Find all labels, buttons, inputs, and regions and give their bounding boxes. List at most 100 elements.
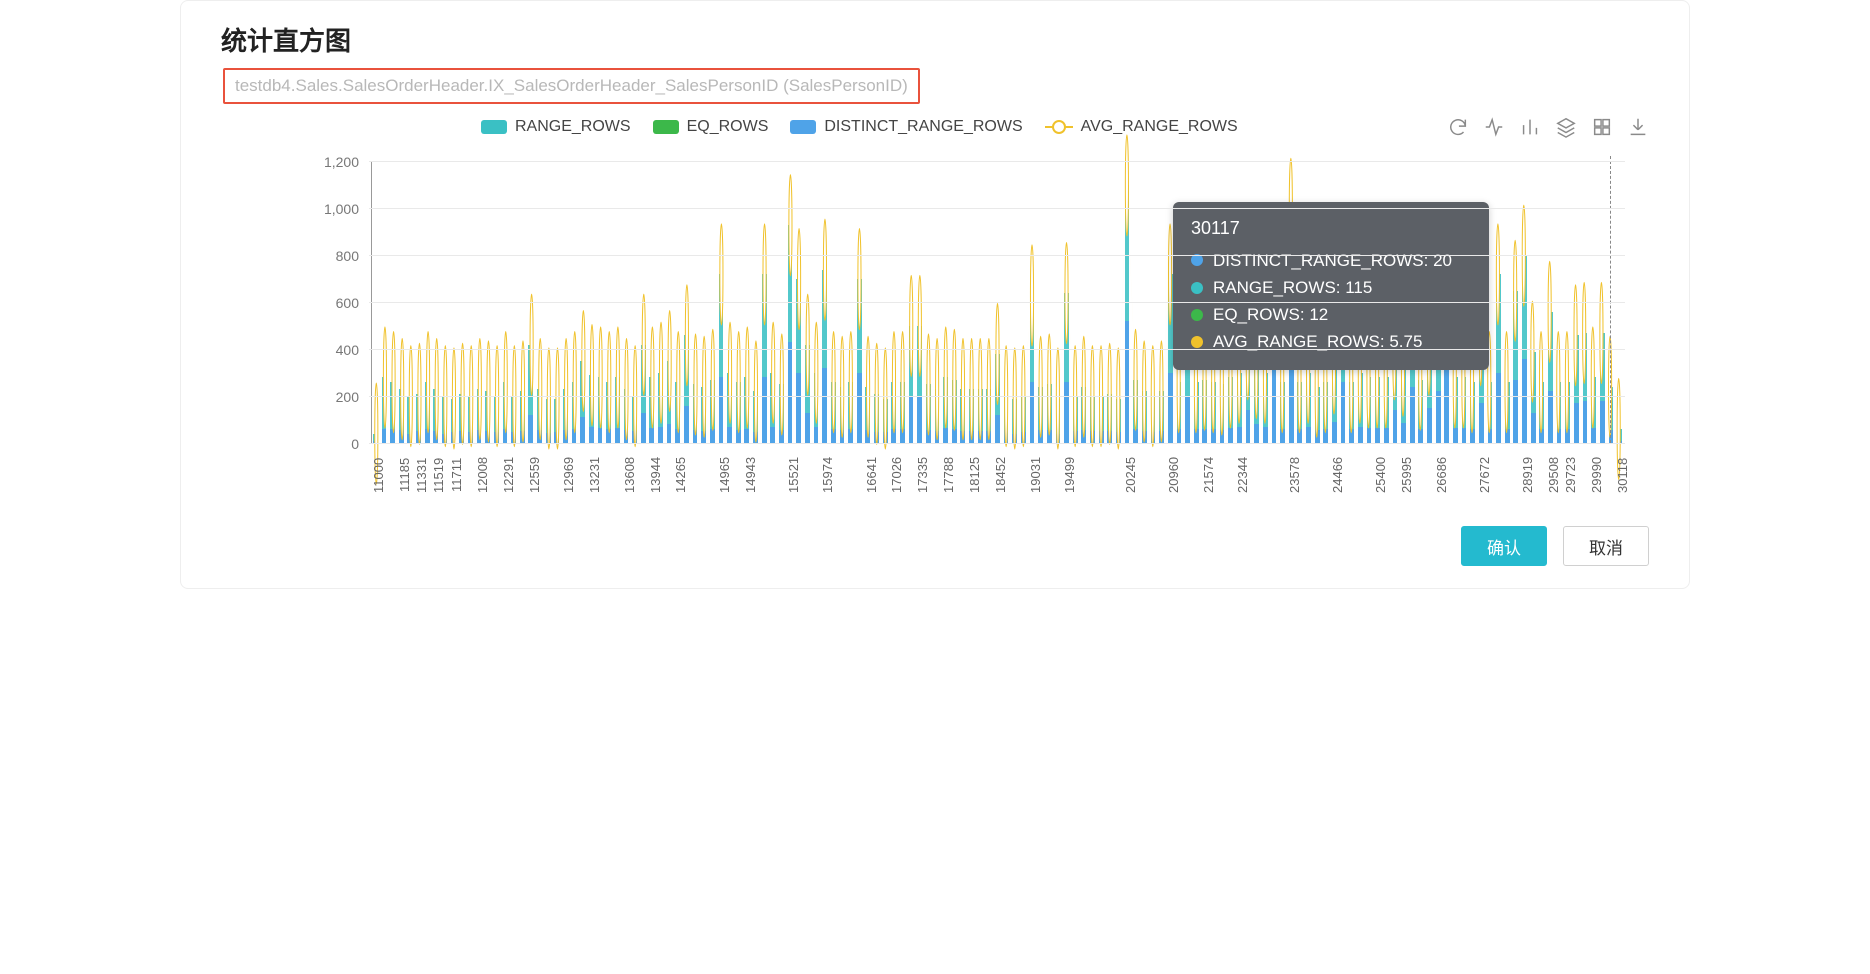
x-tick-label: 14943 <box>743 448 752 504</box>
x-tick-label: 17788 <box>941 448 950 504</box>
legend-item-distinct-range-rows[interactable]: DISTINCT_RANGE_ROWS <box>790 118 1022 136</box>
x-tick-label: 21574 <box>1201 448 1210 504</box>
modal-header: 统计直方图 testdb4.Sales.SalesOrderHeader.IX_… <box>185 5 1685 112</box>
x-tick-label <box>1270 448 1279 504</box>
x-tick-label <box>846 448 855 504</box>
x-tick-label <box>1451 448 1460 504</box>
zoom-reset-icon[interactable] <box>1483 116 1505 138</box>
x-axis: 11000 11185 11331 11519 11711 12008 1229… <box>371 448 1623 504</box>
y-tick-label: 600 <box>336 295 359 311</box>
x-tick-label <box>1114 448 1123 504</box>
tooltip-row: RANGE_ROWS: 115 <box>1191 274 1471 301</box>
swatch-line-yellow <box>1045 126 1073 128</box>
swatch-blue <box>790 120 816 134</box>
x-tick-label <box>1503 448 1512 504</box>
x-tick-label <box>1321 448 1330 504</box>
chart-container: 02004006008001,0001,200 11000 11185 1133… <box>185 144 1685 504</box>
y-gridline <box>369 208 1625 209</box>
download-icon[interactable] <box>1627 116 1649 138</box>
grid-icon[interactable] <box>1591 116 1613 138</box>
x-tick-label <box>1088 448 1097 504</box>
x-tick-label <box>734 448 743 504</box>
y-gridline <box>369 161 1625 162</box>
x-tick-label: 19499 <box>1062 448 1071 504</box>
subtitle-highlight-box: testdb4.Sales.SalesOrderHeader.IX_SalesO… <box>223 68 920 104</box>
x-tick-label <box>1486 448 1495 504</box>
x-tick-label <box>604 448 613 504</box>
x-tick-label <box>639 448 648 504</box>
y-tick-label: 200 <box>336 389 359 405</box>
y-gridline <box>369 349 1625 350</box>
x-tick-label <box>380 448 389 504</box>
cancel-button[interactable]: 取消 <box>1563 526 1649 566</box>
x-tick-label <box>829 448 838 504</box>
legend-label: RANGE_ROWS <box>515 118 631 136</box>
tooltip-dot <box>1191 336 1203 348</box>
x-tick-label: 27672 <box>1477 448 1486 504</box>
x-tick-label <box>1045 448 1054 504</box>
tooltip-text: AVG_RANGE_ROWS: 5.75 <box>1213 328 1422 355</box>
x-tick-label: 14265 <box>673 448 682 504</box>
x-tick-label: 24466 <box>1330 448 1339 504</box>
bar-icon[interactable] <box>1519 116 1541 138</box>
x-tick-label: 14965 <box>717 448 726 504</box>
x-tick-label <box>1209 448 1218 504</box>
chart-legend: RANGE_ROWS EQ_ROWS DISTINCT_RANGE_ROWS A… <box>481 118 1238 136</box>
x-tick-label <box>1356 448 1365 504</box>
x-tick-label <box>1252 448 1261 504</box>
x-tick-label <box>1019 448 1028 504</box>
x-tick-label <box>1468 448 1477 504</box>
x-tick-label <box>535 448 544 504</box>
legend-label: AVG_RANGE_ROWS <box>1081 118 1238 136</box>
x-tick-label <box>1442 448 1451 504</box>
x-tick-label: 30118 <box>1615 448 1624 504</box>
x-tick-label: 22344 <box>1235 448 1244 504</box>
tooltip-dot <box>1191 309 1203 321</box>
x-tick-label <box>1278 448 1287 504</box>
x-tick-label <box>984 448 993 504</box>
tooltip-row: EQ_ROWS: 12 <box>1191 301 1471 328</box>
x-tick-label <box>1607 448 1616 504</box>
x-tick-label <box>406 448 415 504</box>
x-tick-label: 17026 <box>889 448 898 504</box>
x-tick-label: 11519 <box>431 448 440 504</box>
x-tick-label: 13608 <box>622 448 631 504</box>
x-tick-label <box>1537 448 1546 504</box>
tooltip-dot <box>1191 254 1203 266</box>
tooltip-row: AVG_RANGE_ROWS: 5.75 <box>1191 328 1471 355</box>
tooltip-dot <box>1191 282 1203 294</box>
swatch-teal <box>481 120 507 134</box>
x-tick-label <box>1391 448 1400 504</box>
confirm-button[interactable]: 确认 <box>1461 526 1547 566</box>
x-tick-label: 16641 <box>864 448 873 504</box>
modal-title: 统计直方图 <box>221 21 1649 58</box>
legend-label: EQ_ROWS <box>687 118 769 136</box>
legend-item-range-rows[interactable]: RANGE_ROWS <box>481 118 631 136</box>
x-tick-label: 25400 <box>1373 448 1382 504</box>
x-tick-label: 11185 <box>397 448 406 504</box>
x-tick-label <box>699 448 708 504</box>
legend-item-avg-range-rows[interactable]: AVG_RANGE_ROWS <box>1045 118 1238 136</box>
legend-item-eq-rows[interactable]: EQ_ROWS <box>653 118 769 136</box>
x-tick-label: 23578 <box>1287 448 1296 504</box>
x-tick-label <box>898 448 907 504</box>
x-tick-label <box>751 448 760 504</box>
x-tick-label <box>483 448 492 504</box>
chart-area[interactable]: 02004006008001,0001,200 11000 11185 1133… <box>221 144 1649 504</box>
x-tick-label <box>1036 448 1045 504</box>
x-tick-label <box>855 448 864 504</box>
y-axis: 02004006008001,0001,200 <box>305 162 365 444</box>
x-tick-label <box>1261 448 1270 504</box>
x-tick-label <box>768 448 777 504</box>
refresh-icon[interactable] <box>1447 116 1469 138</box>
stack-icon[interactable] <box>1555 116 1577 138</box>
x-tick-label <box>457 448 466 504</box>
x-tick-label: 29723 <box>1563 448 1572 504</box>
tooltip-text: DISTINCT_RANGE_ROWS: 20 <box>1213 247 1452 274</box>
x-tick-label: 12291 <box>501 448 510 504</box>
x-tick-label <box>794 448 803 504</box>
x-tick-label <box>1425 448 1434 504</box>
chart-tooltip: 30117 DISTINCT_RANGE_ROWS: 20RANGE_ROWS:… <box>1173 202 1489 370</box>
x-tick-label <box>1417 448 1426 504</box>
x-tick-label <box>1149 448 1158 504</box>
